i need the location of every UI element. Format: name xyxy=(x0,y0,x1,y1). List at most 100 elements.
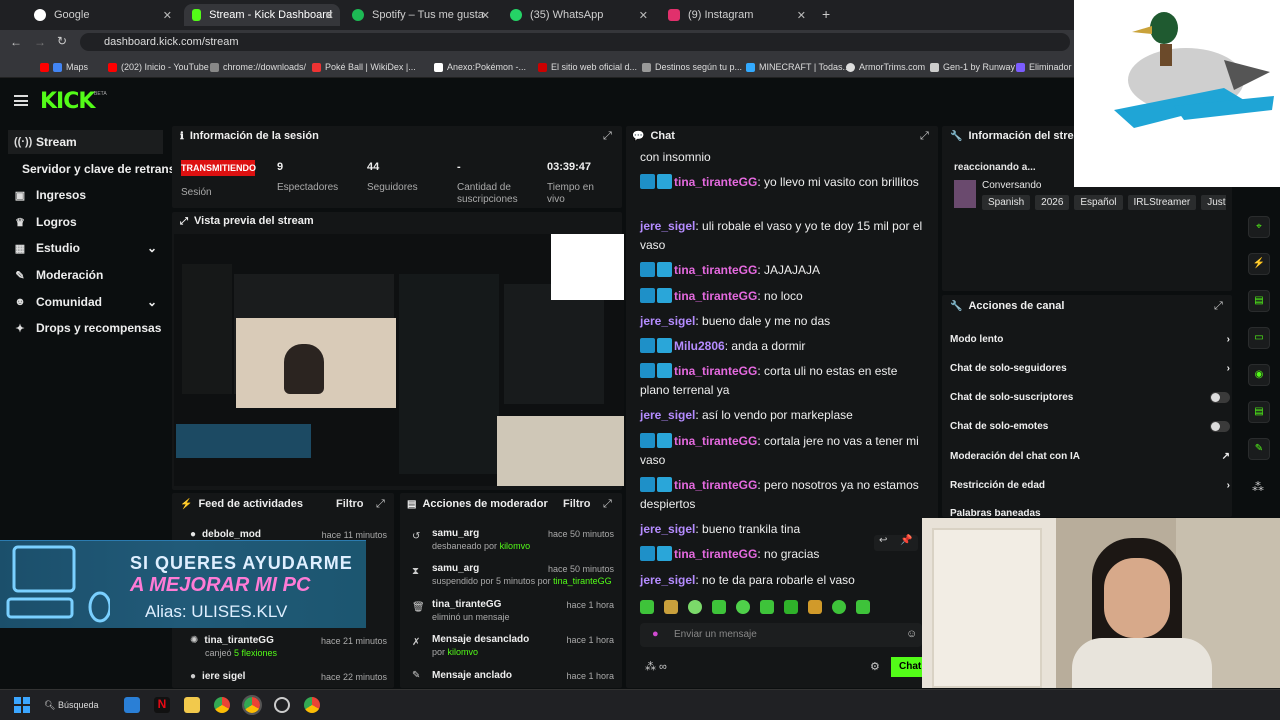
send-chat-button[interactable]: Chat xyxy=(891,657,923,677)
forward-icon[interactable]: → xyxy=(34,35,46,49)
chat-message[interactable]: tina_tiranteGG: yo llevo mi vasito con b… xyxy=(640,173,930,192)
message-actions[interactable]: ↩ 📌 xyxy=(874,535,918,551)
rail-button[interactable]: ⌖ xyxy=(1248,216,1270,238)
emotes-only-toggle[interactable] xyxy=(1210,421,1230,432)
tab-google[interactable]: Google ✕ xyxy=(26,4,178,26)
expand-icon[interactable]: ⤢ xyxy=(376,498,385,511)
mic-icon[interactable]: ● xyxy=(652,628,659,640)
tag[interactable]: IRLStreamer xyxy=(1127,195,1197,210)
mod-row[interactable]: 🗑 tina_tiranteGG eliminó un mensaje hace 1 … xyxy=(412,599,614,623)
chrome-icon[interactable] xyxy=(214,697,230,713)
tag[interactable]: 2026 xyxy=(1035,195,1070,210)
expand-icon[interactable]: ⤢ xyxy=(603,498,612,511)
chrome-icon[interactable] xyxy=(304,697,320,713)
folder-icon[interactable] xyxy=(184,697,200,713)
sidebar-item-community[interactable]: ☻ Comunidad ⌄ xyxy=(8,290,163,314)
menu-icon[interactable] xyxy=(14,95,28,106)
kick-logo[interactable]: KICK xyxy=(40,89,95,114)
sidebar-item-drops[interactable]: ✦ Drops y recompensas xyxy=(8,316,163,340)
bookmark[interactable]: Anexo:Pokémon -... xyxy=(434,62,526,72)
mod-filter-button[interactable]: Filtro xyxy=(563,498,591,510)
emote[interactable] xyxy=(856,600,870,614)
windows-start-icon[interactable] xyxy=(14,697,30,713)
chat-icon[interactable]: ▭ xyxy=(1248,327,1270,349)
sidebar-item-studio[interactable]: ▦ Estudio ⌄ xyxy=(8,236,163,260)
reload-icon[interactable]: ↻ xyxy=(57,34,67,48)
apps-icon[interactable]: ⁂ xyxy=(1252,480,1264,494)
chat-message[interactable]: jere_sigel: así lo vendo por markeplase xyxy=(640,406,930,425)
category-name[interactable]: Conversando xyxy=(982,180,1041,191)
tab-whatsapp[interactable]: (35) WhatsApp ✕ xyxy=(502,4,654,26)
tab-kick[interactable]: Stream - Kick Dashboard ✕ xyxy=(184,4,340,26)
chat-message[interactable]: jere_sigel: bueno dale y me no das xyxy=(640,312,930,331)
mod-row[interactable]: ↺ samu_arg desbaneado por kilomvo hace 50 m… xyxy=(412,528,614,552)
new-tab-button[interactable]: + xyxy=(822,6,830,22)
chat-message[interactable]: tina_tiranteGG: JAJAJAJA xyxy=(640,261,930,280)
close-icon[interactable]: ✕ xyxy=(163,9,172,22)
bookmark[interactable]: ArmorTrims.com xyxy=(846,62,925,72)
taskbar-search[interactable]: 🔍︎ Búsqueda xyxy=(44,697,116,713)
chat-message[interactable]: jere_sigel: no te da para robarle el vas… xyxy=(640,571,930,590)
bookmark[interactable]: chrome://downloads/ xyxy=(210,62,306,72)
chrome-icon[interactable] xyxy=(242,695,262,715)
bolt-icon[interactable]: ⚡ xyxy=(1248,253,1270,275)
sidebar-item-server-key[interactable]: Servidor y clave de retransmisión xyxy=(22,157,172,181)
emotes-only-row[interactable]: Chat de solo-emotes xyxy=(950,421,1230,432)
expand-icon[interactable]: ⤢ xyxy=(603,130,612,143)
settings-icon[interactable] xyxy=(274,697,290,713)
tab-instagram[interactable]: (9) Instagram ✕ xyxy=(660,4,812,26)
bookmark[interactable]: Gen-1 by Runway xyxy=(930,62,1015,72)
expand-icon[interactable]: ⤢ xyxy=(1214,300,1223,313)
tag[interactable]: Spanish xyxy=(982,195,1031,210)
bookmark[interactable]: Maps xyxy=(40,62,88,72)
expand-icon[interactable]: ⤢ xyxy=(920,130,929,143)
ai-moderation-row[interactable]: Moderación del chat con IA ↗ xyxy=(950,451,1230,462)
gear-icon[interactable]: ⚙ xyxy=(870,660,880,673)
emote[interactable] xyxy=(664,600,678,614)
tab-spotify[interactable]: Spotify – Tus me gusta ✕ xyxy=(344,4,496,26)
bookmark[interactable]: Eliminador d xyxy=(1016,62,1079,72)
sidebar-item-achievements[interactable]: ♛ Logros xyxy=(8,210,163,234)
broadcast-icon[interactable]: ◉ xyxy=(1248,364,1270,386)
chat-users-icon[interactable]: ⁂ ∞ xyxy=(645,660,667,673)
stream-preview[interactable] xyxy=(174,234,624,486)
emote[interactable] xyxy=(784,600,798,614)
chat-message[interactable]: tina_tiranteGG: cortala jere no vas a te… xyxy=(640,432,930,470)
sidebar-item-income[interactable]: ▣ Ingresos xyxy=(8,183,163,207)
emote[interactable] xyxy=(832,600,846,614)
feed-filter-button[interactable]: Filtro xyxy=(336,498,364,510)
bookmark[interactable]: Destinos según tu p... xyxy=(642,62,742,72)
bookmark[interactable]: (202) Inicio - YouTube xyxy=(108,62,209,72)
netflix-icon[interactable]: N xyxy=(154,697,170,713)
emote[interactable] xyxy=(808,600,822,614)
bookmark[interactable]: Poké Ball | WikiDex |... xyxy=(312,62,416,72)
sidebar-item-stream[interactable]: ((·)) Stream xyxy=(8,130,163,154)
feed-row[interactable]: ● iere sigel hace 22 minutos xyxy=(190,671,387,683)
age-restriction-row[interactable]: Restricción de edad › xyxy=(950,480,1230,491)
mod-row[interactable]: ✎ Mensaje anclado hace 1 hora xyxy=(412,670,614,682)
feed-row[interactable]: ✺ tina_tiranteGG hace 21 minutos canjeó 5 f… xyxy=(190,635,387,659)
chat-message[interactable]: jere_sigel: uli robale el vaso y yo te d… xyxy=(640,217,930,255)
subs-only-row[interactable]: Chat de solo-suscriptores xyxy=(950,392,1230,403)
url-field[interactable]: dashboard.kick.com/stream xyxy=(80,33,1070,51)
bookmark[interactable]: El sitio web oficial d... xyxy=(538,62,637,72)
back-icon[interactable]: ← xyxy=(10,35,22,49)
list-icon[interactable]: ▤ xyxy=(1248,290,1270,312)
close-icon[interactable]: ✕ xyxy=(325,9,334,22)
emoji-icon[interactable]: ☺ xyxy=(906,628,917,640)
emote[interactable] xyxy=(736,600,750,614)
chat-message[interactable]: Milu2806: anda a dormir xyxy=(640,337,930,356)
close-icon[interactable]: ✕ xyxy=(481,9,490,22)
sidebar-item-moderation[interactable]: ✎ Moderación xyxy=(8,263,163,287)
chat-message[interactable]: con insomnio xyxy=(640,148,930,167)
slow-mode-row[interactable]: Modo lento › xyxy=(950,334,1230,345)
close-icon[interactable]: ✕ xyxy=(639,9,648,22)
emote[interactable] xyxy=(712,600,726,614)
chat-message[interactable]: tina_tiranteGG: no loco xyxy=(640,287,930,306)
tag[interactable]: Español xyxy=(1074,195,1123,210)
emote[interactable] xyxy=(760,600,774,614)
followers-only-row[interactable]: Chat de solo-seguidores › xyxy=(950,363,1230,374)
mod-row[interactable]: ⧗ samu_arg suspendido por 5 minutos por ti… xyxy=(412,563,614,587)
app-icon[interactable] xyxy=(124,697,140,713)
emote[interactable] xyxy=(688,600,702,614)
